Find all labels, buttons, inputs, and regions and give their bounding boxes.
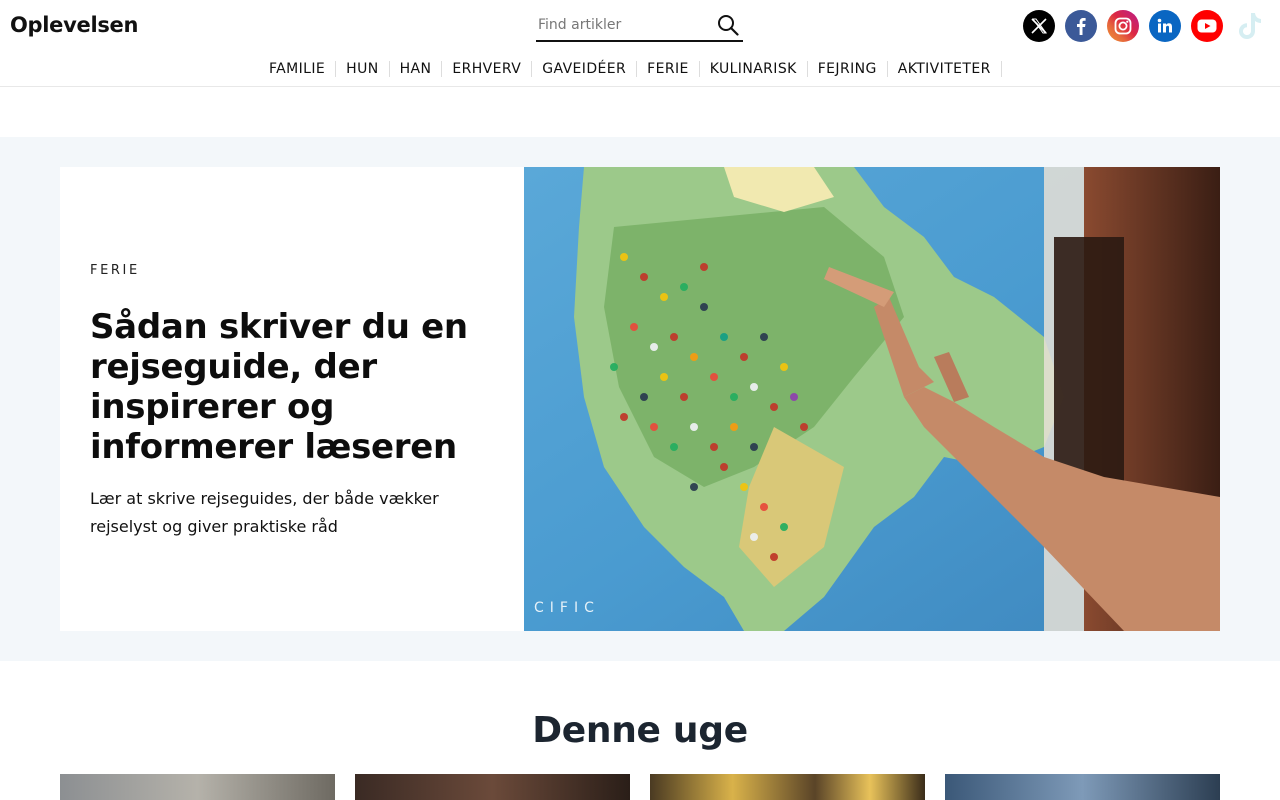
- instagram-link[interactable]: [1107, 10, 1139, 42]
- section-title: Denne uge: [532, 710, 748, 751]
- nav-item-aktiviteter[interactable]: AKTIVITETER: [888, 61, 1002, 77]
- x-link[interactable]: [1023, 10, 1055, 42]
- article-title[interactable]: Sådan skriver du en rejseguide, der insp…: [90, 307, 500, 467]
- linkedin-link[interactable]: [1149, 10, 1181, 42]
- linkedin-icon: [1157, 18, 1172, 33]
- search-input[interactable]: [538, 14, 708, 36]
- article-image[interactable]: CIFIC: [524, 167, 1220, 631]
- site-header: Oplevelsen Find artikler FAMILIE HUN HAN…: [0, 0, 1280, 87]
- nav-item-erhverv[interactable]: ERHVERV: [442, 61, 533, 77]
- featured-article: FERIE Sådan skriver du en rejseguide, de…: [0, 137, 1280, 661]
- x-icon: [1031, 18, 1047, 34]
- main-nav: FAMILIE HUN HAN ERHVERV GAVEIDÉER FERIE …: [259, 58, 1002, 80]
- article-category[interactable]: FERIE: [90, 263, 140, 278]
- featured-article-card: FERIE Sådan skriver du en rejseguide, de…: [60, 167, 524, 631]
- search-button[interactable]: [715, 12, 741, 38]
- instagram-icon: [1114, 17, 1132, 35]
- nav-item-ferie[interactable]: FERIE: [637, 61, 700, 77]
- article-excerpt: Lær at skrive rejseguides, der både vækk…: [90, 489, 439, 536]
- youtube-link[interactable]: [1191, 10, 1223, 42]
- facebook-link[interactable]: [1065, 10, 1097, 42]
- nav-item-familie[interactable]: FAMILIE: [259, 61, 337, 77]
- youtube-icon: [1197, 19, 1217, 33]
- search-bar: [536, 10, 743, 42]
- tiktok-link[interactable]: [1233, 10, 1265, 42]
- article-thumbnail[interactable]: [650, 774, 925, 800]
- nav-item-kulinarisk[interactable]: KULINARISK: [700, 61, 808, 77]
- nav-item-han[interactable]: HAN: [390, 61, 443, 77]
- article-thumbnail[interactable]: [60, 774, 335, 800]
- nav-item-fejring[interactable]: FEJRING: [808, 61, 888, 77]
- nav-item-hun[interactable]: HUN: [336, 61, 390, 77]
- tiktok-icon: [1239, 13, 1261, 39]
- facebook-icon: [1077, 18, 1086, 35]
- search-icon: [718, 15, 739, 36]
- site-logo[interactable]: Oplevelsen: [10, 13, 138, 37]
- article-thumbnail[interactable]: [945, 774, 1220, 800]
- svg-text:CIFIC: CIFIC: [534, 600, 600, 616]
- world-map-image: CIFIC: [524, 167, 1220, 631]
- article-thumbnail[interactable]: [355, 774, 630, 800]
- nav-item-gaveideer[interactable]: GAVEIDÉER: [532, 61, 638, 77]
